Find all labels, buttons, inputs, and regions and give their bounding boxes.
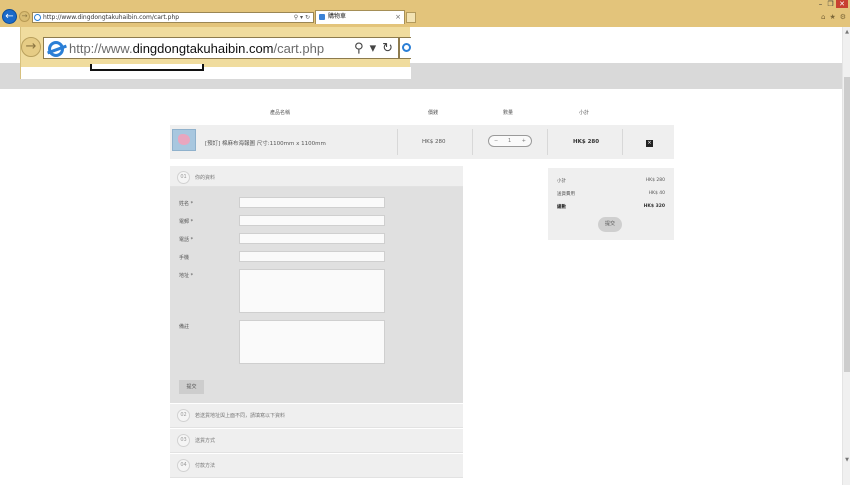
label-remarks: 備註: [179, 324, 190, 330]
summary-shipping-value: HK$ 40: [648, 191, 665, 196]
label-phone: 電話 *: [179, 237, 194, 243]
qty-value[interactable]: 1: [508, 136, 511, 146]
step-03-shipping[interactable]: 03 送貨方式: [170, 429, 463, 453]
ie-logo-icon: [34, 14, 41, 21]
step-title: 送貨方式: [195, 438, 216, 444]
zoom-page-strip: [21, 67, 411, 79]
customer-info-form: 姓名 * 電郵 * 電話 * 手機 地址 * 備註 提交: [170, 187, 463, 403]
address-textarea[interactable]: [239, 269, 385, 313]
step-02-alt-address[interactable]: 02 若送貨地址與上面不同，請填寫以下資料: [170, 404, 463, 428]
refresh-icon[interactable]: ↻: [305, 14, 310, 21]
col-header-name: 產品名稱: [270, 110, 291, 116]
site-logo-frame: [90, 64, 204, 71]
close-window-button[interactable]: ✕: [836, 0, 848, 8]
summary-shipping: 送貨費用 HK$ 40: [557, 191, 665, 197]
address-tools: ⚲ ▾ ↻: [294, 13, 310, 22]
zoom-address-bar[interactable]: http://www.dingdongtakuhaibin.com/cart.p…: [43, 37, 399, 59]
search-icon[interactable]: ⚲: [294, 14, 298, 21]
forward-button[interactable]: →: [19, 11, 30, 22]
summary-subtotal-label: 小計: [557, 179, 566, 184]
cart-item-row: [預訂] 棉麻布海報圖 尺寸:1100mm x 1100mm HK$ 280 −…: [170, 125, 674, 159]
settings-icon[interactable]: ⚙: [840, 13, 846, 21]
web-page: 產品名稱 價錢 數量 小計 [預訂] 棉麻布海報圖 尺寸:1100mm x 11…: [0, 27, 842, 485]
scrollbar-thumb[interactable]: [844, 77, 850, 372]
step-01-your-info[interactable]: 01 你的資料: [170, 166, 463, 187]
zoom-address-url: http://www.dingdongtakuhaibin.com/cart.p…: [69, 41, 325, 56]
product-name[interactable]: [預訂] 棉麻布海報圖 尺寸:1100mm x 1100mm: [205, 139, 326, 147]
back-button[interactable]: ←: [2, 9, 17, 24]
divider: [622, 129, 623, 155]
dropdown-icon[interactable]: ▾: [300, 14, 303, 21]
checkout-submit-button[interactable]: 提交: [598, 217, 622, 232]
step-title: 若送貨地址與上面不同，請填寫以下資料: [195, 413, 286, 419]
step-number: 02: [177, 409, 190, 422]
address-bar[interactable]: http://www.dingdongtakuhaibin.com/cart.p…: [32, 12, 314, 23]
qty-increase-button[interactable]: +: [522, 136, 526, 146]
divider: [547, 129, 548, 155]
vertical-scrollbar[interactable]: ▲ ▼: [842, 27, 850, 485]
product-subtotal: HK$ 280: [573, 139, 600, 145]
search-icon[interactable]: ⚲: [354, 40, 364, 58]
dropdown-icon[interactable]: ▾: [370, 40, 377, 58]
name-input[interactable]: [239, 197, 385, 208]
col-header-price: 價錢: [428, 110, 439, 116]
home-icon[interactable]: ⌂: [821, 13, 825, 21]
minimize-button[interactable]: –: [816, 0, 825, 8]
summary-subtotal: 小計 HK$ 280: [557, 178, 665, 184]
label-email: 電郵 *: [179, 219, 194, 225]
maximize-button[interactable]: ❐: [826, 0, 835, 8]
step-number: 04: [177, 459, 190, 472]
col-header-qty: 數量: [503, 110, 514, 116]
phone-input[interactable]: [239, 233, 385, 244]
scroll-up-icon[interactable]: ▲: [843, 29, 850, 35]
new-tab-button[interactable]: [406, 12, 416, 23]
quantity-stepper[interactable]: − 1 +: [488, 135, 532, 147]
label-address: 地址 *: [179, 273, 194, 279]
col-header-subtotal: 小計: [579, 110, 590, 116]
address-bar-url: http://www.dingdongtakuhaibin.com/cart.p…: [43, 14, 180, 21]
zoom-forward-button[interactable]: →: [21, 37, 41, 57]
command-icons: ⌂ ★ ⚙: [821, 13, 846, 21]
tab-cart[interactable]: 購物車 ×: [315, 10, 405, 24]
step-number: 01: [177, 171, 190, 184]
browser-toolbar: ← → http://www.dingdongtakuhaibin.com/ca…: [0, 0, 850, 27]
divider: [397, 129, 398, 155]
ie-logo-icon: [48, 41, 64, 57]
label-name: 姓名 *: [179, 201, 194, 207]
close-tab-icon[interactable]: ×: [395, 11, 401, 23]
mobile-input[interactable]: [239, 251, 385, 262]
window-controls: – ❐ ✕: [816, 0, 848, 9]
step-title: 付款方法: [195, 463, 216, 469]
remove-item-button[interactable]: ×: [646, 140, 653, 147]
summary-subtotal-value: HK$ 280: [645, 178, 665, 183]
email-input[interactable]: [239, 215, 385, 226]
form-submit-button[interactable]: 提交: [179, 380, 204, 394]
scroll-down-icon[interactable]: ▼: [843, 457, 850, 463]
zoomed-address-bar-overlay: → http://www.dingdongtakuhaibin.com/cart…: [20, 27, 411, 79]
refresh-icon[interactable]: ↻: [382, 40, 393, 58]
step-number: 03: [177, 434, 190, 447]
product-price: HK$ 280: [422, 139, 446, 145]
summary-total-label: 總數: [557, 205, 566, 210]
zoom-address-tools: ⚲ ▾ ↻: [354, 40, 393, 58]
summary-shipping-label: 送貨費用: [557, 192, 575, 197]
tab-title: 購物車: [328, 13, 347, 20]
qty-decrease-button[interactable]: −: [494, 136, 498, 146]
label-mobile: 手機: [179, 255, 190, 261]
product-thumbnail[interactable]: [172, 129, 196, 151]
remarks-textarea[interactable]: [239, 320, 385, 364]
favorites-icon[interactable]: ★: [829, 13, 835, 21]
divider: [472, 129, 473, 155]
favicon-icon: [319, 14, 325, 20]
order-summary: 小計 HK$ 280 送貨費用 HK$ 40 總數 HK$ 320 提交: [548, 168, 674, 240]
ie-logo-icon: [402, 43, 411, 52]
step-04-payment[interactable]: 04 付款方法: [170, 454, 463, 478]
summary-total-value: HK$ 320: [643, 204, 665, 209]
zoom-tab-edge[interactable]: [399, 37, 411, 59]
step-title: 你的資料: [195, 175, 216, 181]
summary-total: 總數 HK$ 320: [557, 204, 665, 210]
